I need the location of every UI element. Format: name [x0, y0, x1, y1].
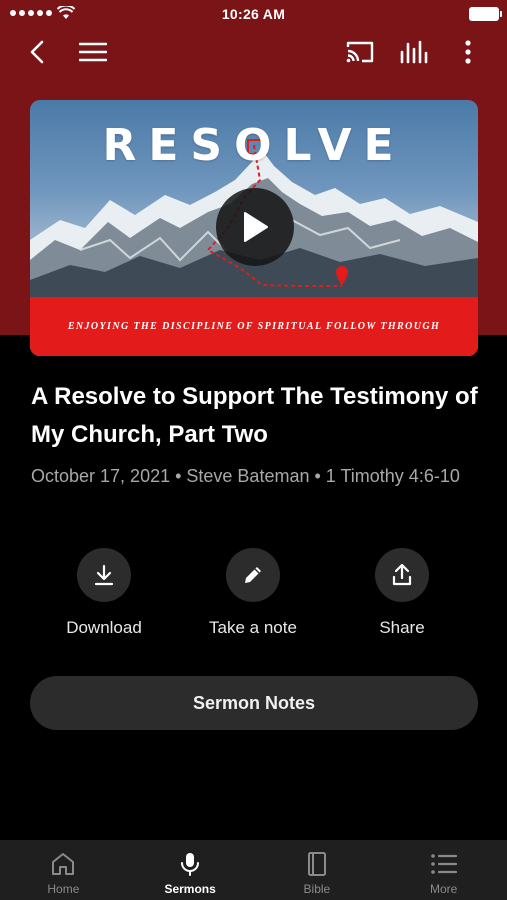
sermon-title: A Resolve to Support The Testimony of My… [31, 383, 478, 448]
download-circle [77, 548, 131, 602]
artwork-title: RESOLVE [102, 120, 406, 171]
menu-button[interactable] [75, 34, 111, 70]
battery-icon [469, 7, 502, 21]
equalizer-button[interactable] [396, 34, 432, 70]
book-icon [307, 852, 326, 876]
take-note-circle [226, 548, 280, 602]
take-note-button[interactable]: Take a note [178, 548, 328, 638]
tab-sermons[interactable]: Sermons [127, 840, 254, 900]
status-bar: 10:26 AM [0, 0, 507, 28]
chevron-left-icon [30, 40, 44, 64]
play-icon [244, 212, 268, 242]
share-circle [375, 548, 429, 602]
share-button[interactable]: Share [327, 548, 477, 638]
tab-more[interactable]: More [380, 840, 507, 900]
cast-icon [346, 41, 374, 63]
bottom-tab-bar: Home Sermons Bible More [0, 840, 507, 900]
cast-button[interactable] [342, 34, 378, 70]
microphone-icon [181, 853, 200, 876]
tab-home[interactable]: Home [0, 840, 127, 900]
download-icon [94, 564, 114, 586]
tab-bible[interactable]: Bible [254, 840, 381, 900]
sermon-notes-button[interactable]: Sermon Notes [30, 676, 478, 730]
status-time: 10:26 AM [221, 6, 286, 22]
pencil-icon [245, 567, 261, 583]
equalizer-icon [400, 40, 428, 64]
sermon-meta: October 17, 2021 • Steve Bateman • 1 Tim… [31, 466, 460, 486]
list-icon [430, 854, 457, 874]
tab-bible-label: Bible [303, 882, 331, 896]
take-note-label: Take a note [209, 618, 297, 637]
more-vertical-icon [465, 40, 471, 64]
back-button[interactable] [20, 34, 56, 70]
hamburger-icon [79, 42, 107, 62]
play-button[interactable] [216, 188, 294, 266]
sermon-artwork[interactable]: RESOLVE Enjoying the Discipline of Spiri… [30, 100, 478, 356]
download-label: Download [66, 618, 142, 637]
tab-sermons-label: Sermons [164, 882, 216, 896]
artwork-subtitle: Enjoying the Discipline of Spiritual Fol… [67, 321, 441, 332]
share-icon [392, 563, 412, 586]
tab-more-label: More [429, 882, 458, 896]
share-label: Share [379, 618, 425, 637]
download-button[interactable]: Download [29, 548, 179, 638]
more-options-button[interactable] [450, 34, 486, 70]
home-icon [52, 853, 75, 875]
tab-home-label: Home [47, 882, 80, 896]
artwork-banner: Enjoying the Discipline of Spiritual Fol… [30, 297, 478, 356]
